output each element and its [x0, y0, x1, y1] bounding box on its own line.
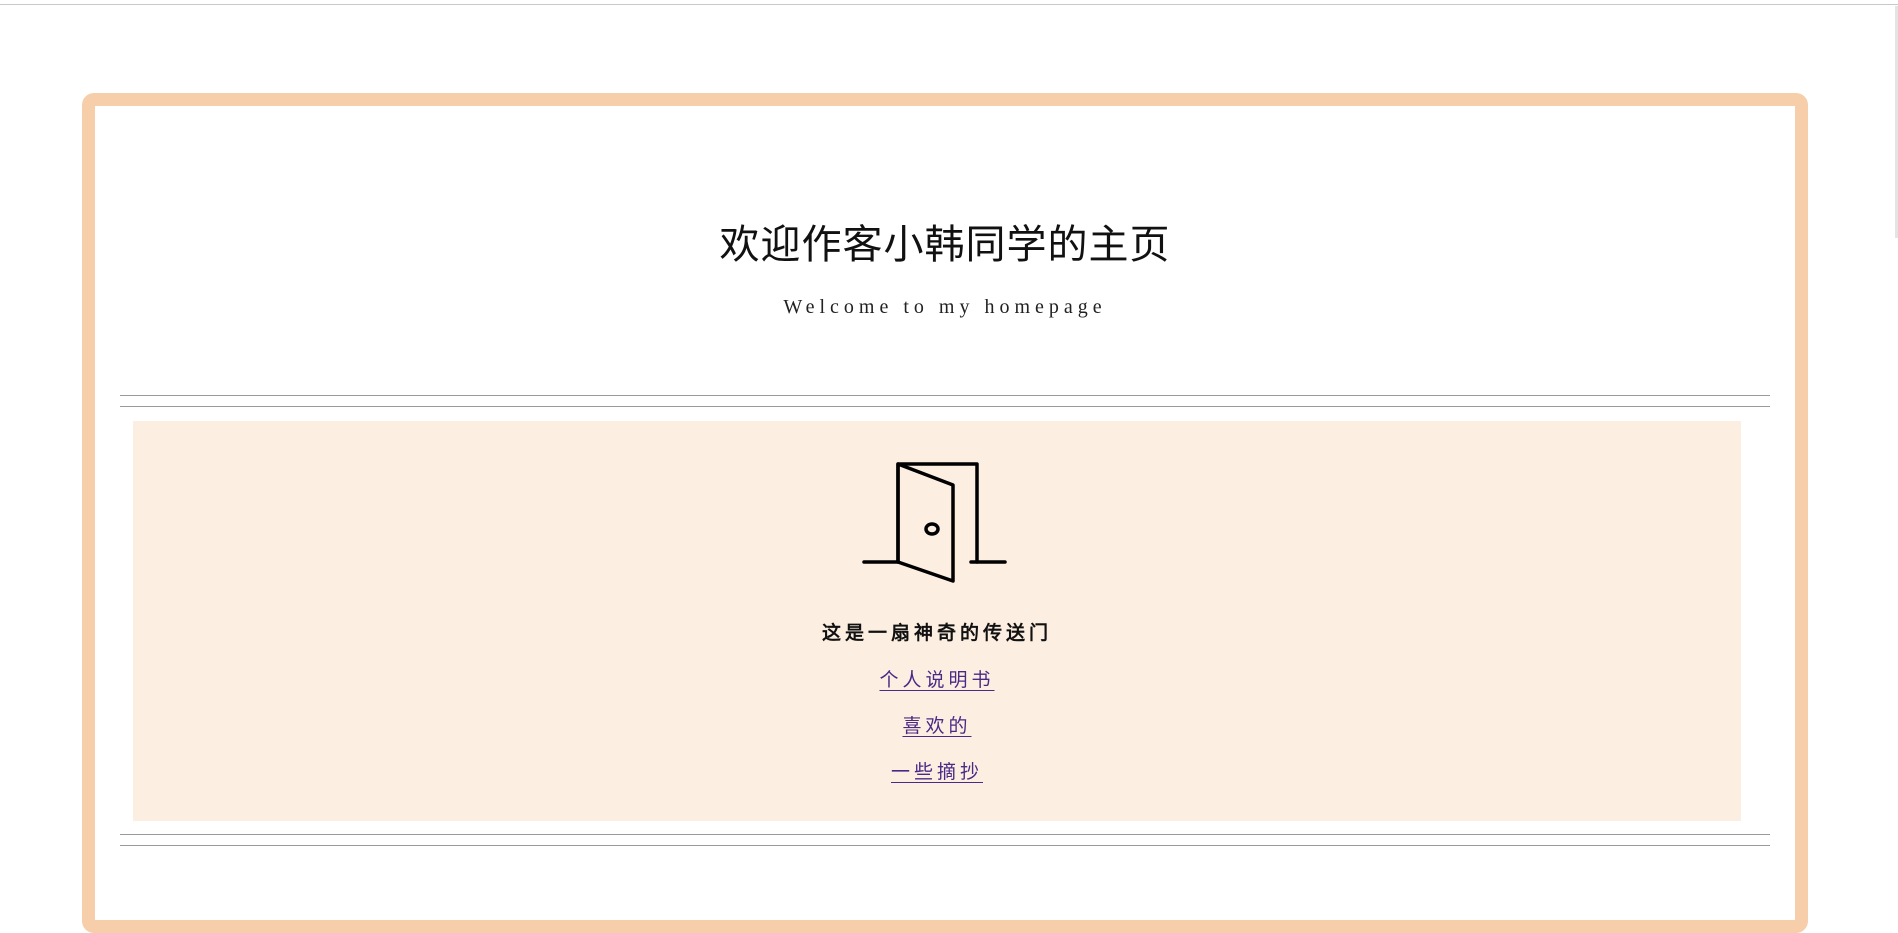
portal-caption: 这是一扇神奇的传送门	[821, 622, 1052, 644]
top-divider	[120, 395, 1770, 407]
bottom-divider	[120, 834, 1770, 846]
window-top-border	[0, 4, 1898, 5]
link-personal-manual[interactable]: 个人说明书	[879, 669, 994, 691]
page-subtitle: Welcome to my homepage	[783, 296, 1107, 318]
portal-section: 这是一扇神奇的传送门 个人说明书 喜欢的 一些摘抄	[133, 421, 1741, 821]
page-title: 欢迎作客小韩同学的主页	[719, 222, 1171, 268]
portal-link-item: 个人说明书	[133, 667, 1741, 713]
link-excerpts[interactable]: 一些摘抄	[891, 761, 983, 783]
open-door-icon	[862, 462, 1007, 583]
portal-link-list: 个人说明书 喜欢的 一些摘抄	[133, 667, 1741, 805]
page-frame: 欢迎作客小韩同学的主页 Welcome to my homepage 这是一扇神…	[82, 93, 1808, 933]
link-favorites[interactable]: 喜欢的	[902, 715, 971, 737]
portal-link-item: 喜欢的	[133, 713, 1741, 759]
portal-link-item: 一些摘抄	[133, 759, 1741, 805]
